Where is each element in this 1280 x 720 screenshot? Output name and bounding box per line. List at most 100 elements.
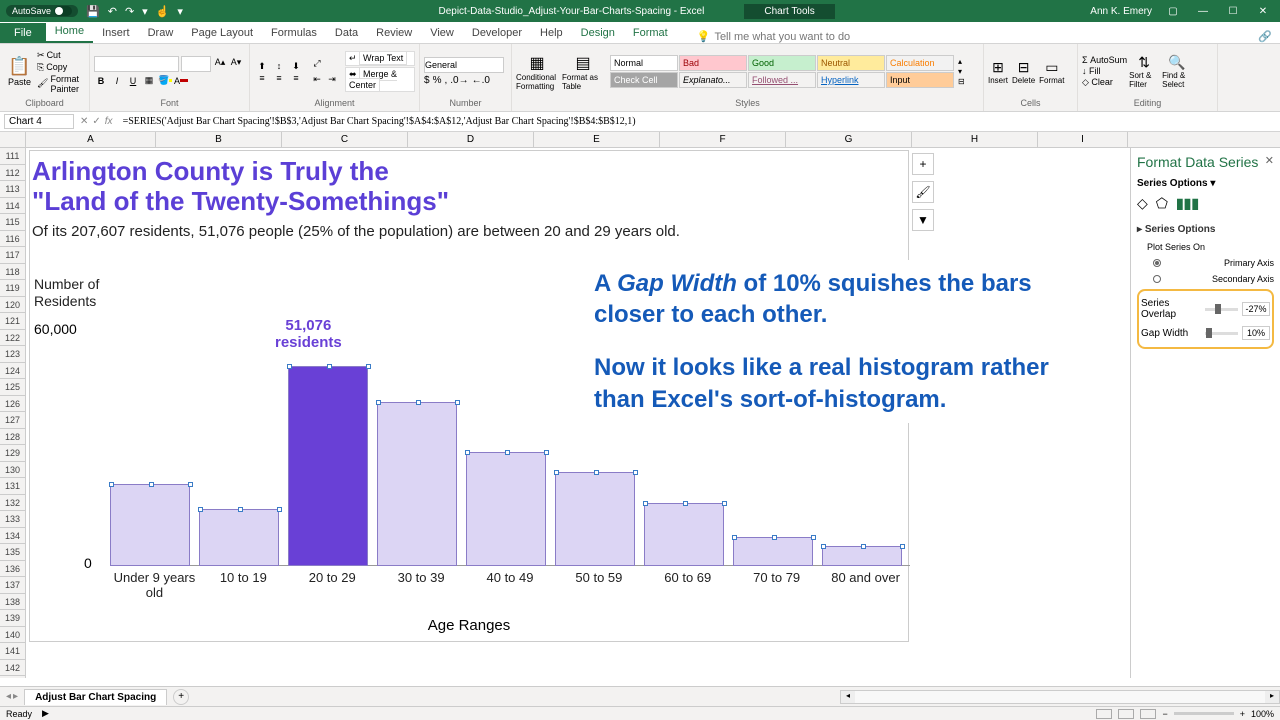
row-header[interactable]: 112	[0, 165, 25, 182]
tab-review[interactable]: Review	[367, 23, 421, 43]
find-select-button[interactable]: 🔍Find & Select	[1162, 54, 1192, 89]
row-header[interactable]: 113	[0, 181, 25, 198]
row-header[interactable]: 135	[0, 544, 25, 561]
user-name[interactable]: Ann K. Emery	[1090, 6, 1152, 17]
share-icon[interactable]: 🔗	[1258, 30, 1272, 43]
style-calculation[interactable]: Calculation	[886, 55, 954, 71]
style-normal[interactable]: Normal	[610, 55, 678, 71]
shrink-font-icon[interactable]: A▾	[229, 56, 243, 70]
bar[interactable]	[288, 366, 368, 566]
underline-button[interactable]: U	[126, 74, 140, 88]
zoom-in-icon[interactable]: +	[1240, 709, 1245, 719]
macro-icon[interactable]: ▶	[42, 708, 49, 719]
pane-close-icon[interactable]: ✕	[1265, 154, 1274, 170]
tab-home[interactable]: Home	[46, 21, 93, 43]
row-header[interactable]: 131	[0, 478, 25, 495]
chart-styles-button[interactable]: 🖌	[912, 181, 934, 203]
bar[interactable]	[377, 402, 457, 567]
series-overlap-value[interactable]: -27%	[1242, 302, 1270, 316]
row-header[interactable]: 127	[0, 412, 25, 429]
number-format-select[interactable]	[424, 57, 504, 73]
gallery-up-icon[interactable]: ▴	[958, 57, 965, 66]
align-top-icon[interactable]: ⬆	[254, 61, 270, 72]
style-check-cell[interactable]: Check Cell	[610, 72, 678, 88]
row-header[interactable]: 134	[0, 528, 25, 545]
decrease-indent-icon[interactable]: ⇤	[310, 73, 324, 87]
comma-icon[interactable]: ,	[444, 75, 447, 86]
row-header[interactable]: 115	[0, 214, 25, 231]
ribbon-options-icon[interactable]: ▢	[1164, 6, 1182, 17]
undo-icon[interactable]: ↶	[108, 5, 117, 18]
currency-icon[interactable]: $	[424, 75, 430, 86]
row-header[interactable]: 142	[0, 660, 25, 677]
row-header[interactable]: 141	[0, 643, 25, 660]
bar[interactable]	[199, 509, 279, 566]
column-header[interactable]: I	[1038, 132, 1128, 147]
redo-icon[interactable]: ↷	[125, 5, 134, 18]
column-header[interactable]: A	[26, 132, 156, 147]
column-header[interactable]: C	[282, 132, 408, 147]
tab-file[interactable]: File	[0, 23, 46, 43]
row-header[interactable]: 136	[0, 561, 25, 578]
row-header[interactable]: 122	[0, 330, 25, 347]
save-icon[interactable]: 💾	[86, 5, 100, 18]
align-left-icon[interactable]: ≡	[254, 73, 270, 83]
autosave-toggle[interactable]: AutoSave	[6, 5, 78, 17]
grow-font-icon[interactable]: A▴	[213, 56, 227, 70]
row-header[interactable]: 128	[0, 429, 25, 446]
y-axis-label[interactable]: Number of Residents	[34, 276, 99, 310]
align-center-icon[interactable]: ≡	[271, 73, 287, 83]
row-header[interactable]: 120	[0, 297, 25, 314]
add-sheet-button[interactable]: +	[173, 689, 189, 705]
style-hyperlink[interactable]: Hyperlink	[817, 72, 885, 88]
delete-cells-button[interactable]: ⊟Delete	[1012, 59, 1035, 85]
italic-button[interactable]: I	[110, 74, 124, 88]
conditional-formatting-button[interactable]: ▦Conditional Formatting	[516, 53, 558, 91]
chart-filters-button[interactable]: ▼	[912, 209, 934, 231]
row-header[interactable]: 140	[0, 627, 25, 644]
fill-line-tab-icon[interactable]: ◇	[1137, 195, 1148, 212]
series-options-section[interactable]: ▸ Series Options	[1137, 220, 1274, 239]
insert-cells-button[interactable]: ⊞Insert	[988, 59, 1008, 85]
page-layout-view-icon[interactable]	[1118, 709, 1134, 719]
name-box[interactable]: Chart 4	[4, 114, 74, 129]
tab-design[interactable]: Design	[572, 23, 624, 43]
row-header[interactable]: 125	[0, 379, 25, 396]
tab-next-icon[interactable]: ▸	[13, 691, 18, 702]
row-header[interactable]: 133	[0, 511, 25, 528]
series-options-tab-icon[interactable]: ▮▮▮	[1176, 195, 1199, 212]
cancel-formula-icon[interactable]: ✕	[80, 116, 88, 127]
zoom-level[interactable]: 100%	[1251, 709, 1274, 719]
gap-width-slider[interactable]	[1205, 332, 1238, 335]
cut-button[interactable]: ✂ Cut	[37, 50, 85, 61]
bar[interactable]	[555, 472, 635, 566]
tab-help[interactable]: Help	[531, 23, 572, 43]
zoom-slider[interactable]	[1174, 712, 1234, 715]
effects-tab-icon[interactable]: ⬠	[1156, 195, 1168, 212]
row-header[interactable]: 139	[0, 610, 25, 627]
column-header[interactable]: F	[660, 132, 786, 147]
worksheet[interactable]: Arlington County is Truly the "Land of t…	[26, 148, 1130, 678]
bar[interactable]	[733, 537, 813, 566]
cell-styles-gallery[interactable]: Normal Bad Good Neutral Calculation Chec…	[610, 55, 954, 88]
enter-formula-icon[interactable]: ✓	[92, 116, 100, 127]
normal-view-icon[interactable]	[1096, 709, 1112, 719]
row-header[interactable]: 124	[0, 363, 25, 380]
orientation-icon[interactable]: ⤢	[310, 57, 324, 71]
row-header[interactable]: 111	[0, 148, 25, 165]
sort-filter-button[interactable]: ⇅Sort & Filter	[1129, 54, 1159, 89]
row-header[interactable]: 116	[0, 231, 25, 248]
gallery-down-icon[interactable]: ▾	[958, 67, 965, 76]
tab-prev-icon[interactable]: ◂	[6, 691, 11, 702]
x-axis-title[interactable]: Age Ranges	[30, 617, 908, 634]
row-header[interactable]: 117	[0, 247, 25, 264]
font-family-select[interactable]	[94, 56, 179, 72]
row-header[interactable]: 123	[0, 346, 25, 363]
bar[interactable]	[466, 452, 546, 566]
column-header[interactable]: D	[408, 132, 534, 147]
column-header[interactable]: E	[534, 132, 660, 147]
row-header[interactable]: 126	[0, 396, 25, 413]
style-neutral[interactable]: Neutral	[817, 55, 885, 71]
wrap-text-button[interactable]: ↵ Wrap Text	[345, 51, 415, 66]
row-header[interactable]: 119	[0, 280, 25, 297]
